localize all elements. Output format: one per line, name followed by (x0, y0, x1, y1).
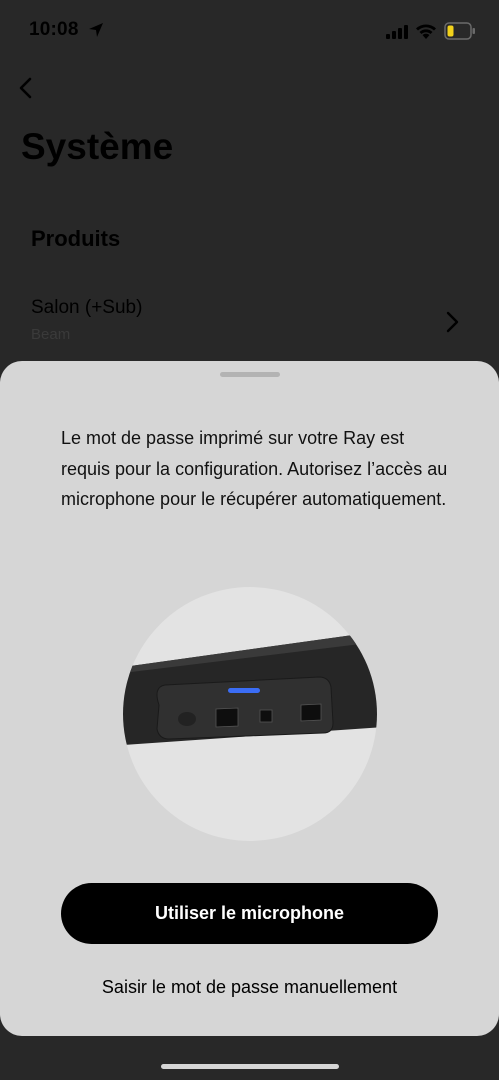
use-microphone-button[interactable]: Utiliser le microphone (61, 883, 438, 944)
page-title: Système (21, 126, 174, 167)
product-name: Salon (+Sub) (31, 297, 143, 318)
product-row-salon[interactable]: Salon (+Sub) Beam (0, 290, 499, 360)
enter-password-manually-link[interactable]: Saisir le mot de passe manuellement (0, 977, 499, 998)
wifi-icon (416, 24, 436, 39)
bottom-sheet: Le mot de passe imprimé sur votre Ray es… (0, 361, 499, 1036)
status-bar: 10:08 (0, 0, 499, 62)
home-indicator[interactable] (161, 1064, 339, 1069)
status-time: 10:08 (29, 19, 79, 40)
cellular-signal-icon (386, 25, 408, 39)
sheet-drag-handle[interactable] (220, 372, 280, 377)
chevron-right-icon (446, 311, 459, 333)
product-model: Beam (31, 326, 71, 343)
ray-rear-ports-illustration (123, 587, 377, 841)
sheet-message: Le mot de passe imprimé sur votre Ray es… (61, 428, 448, 509)
battery-low-icon (444, 22, 475, 40)
section-title-products: Produits (31, 226, 121, 251)
location-arrow-icon (89, 23, 103, 37)
back-chevron-icon[interactable] (16, 76, 36, 100)
